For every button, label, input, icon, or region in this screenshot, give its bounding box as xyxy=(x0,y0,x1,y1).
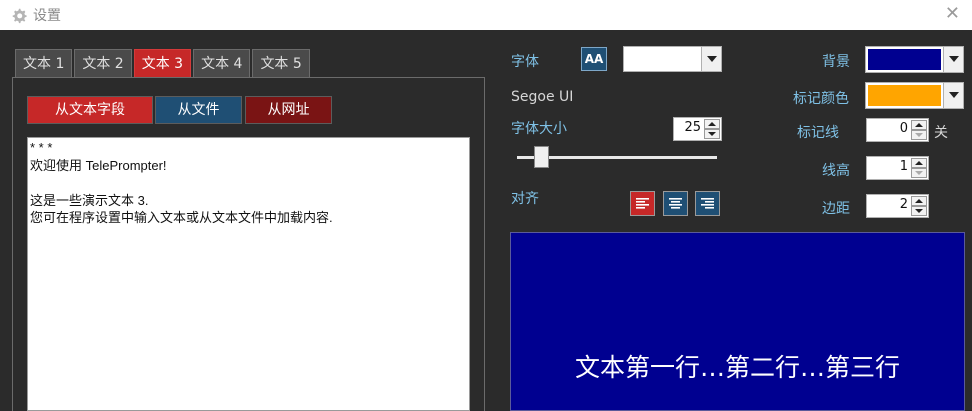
background-label: 背景 xyxy=(822,54,850,70)
prompter-preview: 文本第一行…第二行…第三行 xyxy=(510,232,965,411)
line-height-stepper[interactable]: 1 xyxy=(866,156,929,180)
font-color-swatch xyxy=(626,49,699,69)
font-icon: AA xyxy=(584,52,604,66)
align-center-icon xyxy=(669,198,682,209)
font-name: Segoe UI xyxy=(511,89,574,105)
margin-label: 边距 xyxy=(822,201,850,217)
margin-stepper[interactable]: 2 xyxy=(866,194,929,218)
font-label: 字体 xyxy=(511,54,539,70)
align-left-button[interactable] xyxy=(630,191,655,216)
align-label: 对齐 xyxy=(511,191,539,207)
align-center-button[interactable] xyxy=(663,191,688,216)
tab-text-2[interactable]: 文本 2 xyxy=(74,49,132,77)
text-line: * * * xyxy=(30,140,53,155)
text-line xyxy=(30,174,467,192)
increment-button[interactable] xyxy=(911,120,927,130)
increment-button[interactable] xyxy=(704,119,720,129)
background-color-combo[interactable] xyxy=(865,46,964,73)
prompter-text-area[interactable]: * * * 欢迎使用 TelePrompter! 这是一些演示文本 3. 您可在… xyxy=(27,137,470,411)
text-line: 您可在程序设置中输入文本或从文本文件中加载内容. xyxy=(30,210,333,225)
from-file-button[interactable]: 从文件 xyxy=(155,96,242,124)
line-height-value: 1 xyxy=(899,159,908,174)
increment-button[interactable] xyxy=(911,196,927,206)
font-size-stepper[interactable]: 25 xyxy=(673,117,722,141)
marker-line-value: 0 xyxy=(899,121,908,136)
font-color-combo[interactable] xyxy=(623,46,722,72)
from-text-field-button[interactable]: 从文本字段 xyxy=(27,96,153,124)
chevron-down-icon[interactable] xyxy=(701,47,721,71)
window-title: 设置 xyxy=(33,8,61,24)
title-bar: 设置 ✕ xyxy=(0,0,972,30)
tab-text-1[interactable]: 文本 1 xyxy=(15,49,73,77)
marker-line-label: 标记线 xyxy=(797,125,839,141)
background-color-swatch xyxy=(868,49,941,70)
tab-text-4[interactable]: 文本 4 xyxy=(193,49,251,77)
decrement-button[interactable] xyxy=(911,206,927,216)
close-icon[interactable]: ✕ xyxy=(945,3,960,24)
from-url-button[interactable]: 从网址 xyxy=(245,96,332,124)
font-picker-button[interactable]: AA xyxy=(581,47,607,71)
gear-icon xyxy=(12,8,27,24)
chevron-down-icon[interactable] xyxy=(943,83,963,108)
text-tabs: 文本 1 文本 2 文本 3 文本 4 文本 5 xyxy=(15,49,312,77)
marker-color-label: 标记颜色 xyxy=(793,91,849,107)
decrement-button[interactable] xyxy=(911,130,927,140)
marker-color-swatch xyxy=(868,85,941,106)
margin-value: 2 xyxy=(899,197,908,212)
marker-line-state: 关 xyxy=(934,125,948,141)
decrement-button[interactable] xyxy=(911,168,927,178)
tab-text-5[interactable]: 文本 5 xyxy=(252,49,310,77)
text-line: 欢迎使用 TelePrompter! xyxy=(30,157,167,173)
preview-text: 文本第一行…第二行…第三行 xyxy=(574,353,900,382)
font-size-slider-thumb[interactable] xyxy=(533,146,549,168)
marker-line-stepper[interactable]: 0 xyxy=(866,118,929,142)
align-right-icon xyxy=(701,198,714,209)
font-size-value: 25 xyxy=(684,120,701,135)
text-line: 这是一些演示文本 3. xyxy=(30,192,149,208)
marker-color-combo[interactable] xyxy=(865,82,964,109)
tab-text-3[interactable]: 文本 3 xyxy=(133,49,192,77)
font-size-label: 字体大小 xyxy=(511,121,567,137)
align-right-button[interactable] xyxy=(695,191,720,216)
decrement-button[interactable] xyxy=(704,129,720,139)
align-left-icon xyxy=(636,198,649,209)
increment-button[interactable] xyxy=(911,158,927,168)
line-height-label: 线高 xyxy=(822,163,850,179)
chevron-down-icon[interactable] xyxy=(943,47,963,72)
